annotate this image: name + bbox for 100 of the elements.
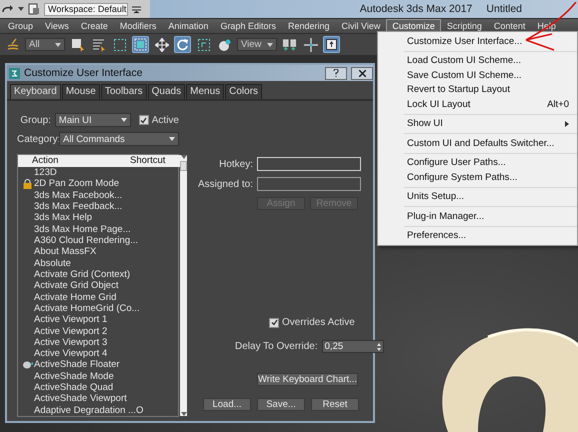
menu-item[interactable]: Rendering: [282, 19, 336, 33]
action-name[interactable]: ActiveShade Quad: [34, 382, 136, 394]
menu-entry[interactable]: Preferences...: [378, 228, 577, 243]
toolbar-dropdown[interactable]: All: [25, 38, 65, 51]
dialog-title: Customize User Interface: [24, 67, 142, 79]
pivot-icon: [282, 38, 297, 52]
rectangle-selection-icon: [112, 38, 126, 52]
menu-item[interactable]: Create: [74, 19, 114, 33]
toolbar-button[interactable]: [323, 36, 340, 53]
menu-entry[interactable]: Units Setup...: [378, 190, 577, 204]
scroll-thumb[interactable]: [180, 161, 187, 171]
close-button[interactable]: [351, 66, 373, 80]
tab[interactable]: Mouse: [62, 84, 100, 99]
toolbar-button[interactable]: [69, 36, 86, 53]
menu-item[interactable]: Group: [2, 19, 40, 33]
window-crossing-icon: [134, 38, 147, 51]
menu-item[interactable]: Modifiers: [114, 19, 162, 33]
column-header[interactable]: Shortcut: [130, 155, 180, 166]
group-label: Group:: [19, 114, 51, 126]
toolbar-dropdown[interactable]: View: [237, 38, 277, 51]
action-name[interactable]: 123D: [34, 167, 136, 178]
action-name[interactable]: ActiveShade Mode: [34, 370, 136, 382]
place-icon: [218, 38, 232, 52]
rotate-icon: [176, 38, 189, 51]
document-title: Untitled: [486, 3, 522, 15]
action-name[interactable]: About MassFX: [34, 246, 136, 258]
menu-entry[interactable]: Load Custom UI Scheme...: [378, 54, 577, 68]
tab[interactable]: Menus: [186, 84, 224, 99]
shortcut-key: O: [136, 404, 166, 416]
action-name[interactable]: Activate Home Grid: [34, 292, 136, 303]
tab[interactable]: Colors: [225, 84, 262, 99]
scrollbar[interactable]: [180, 155, 187, 416]
caret-icon: [18, 7, 24, 11]
tab[interactable]: Quads: [148, 84, 186, 99]
caret-icon: [267, 42, 273, 46]
checkbox[interactable]: [269, 318, 279, 328]
annotation-arrow-drawing: [524, 2, 578, 52]
action-name[interactable]: Active Viewport 2: [34, 326, 136, 336]
menu-entry[interactable]: Lock UI Layout Alt+0: [378, 97, 577, 112]
menu-item[interactable]: Civil View: [336, 19, 386, 33]
checkbox[interactable]: [138, 115, 149, 125]
toolbar-button[interactable]: [302, 36, 319, 53]
menu-entry[interactable]: Plug-in Manager...: [378, 209, 577, 224]
menu-entry[interactable]: Show UI: [378, 116, 577, 131]
menu-item[interactable]: Graph Editors: [214, 19, 282, 33]
app-title: Autodesk 3ds Max 2017: [360, 3, 472, 15]
toolbar-button[interactable]: [111, 36, 128, 53]
write-keyboard-chart-button[interactable]: Write Keyboard Chart...: [257, 373, 358, 386]
action-name[interactable]: 3ds Max Facebook...: [34, 190, 136, 201]
action-name[interactable]: Absolute: [34, 258, 136, 269]
action-name[interactable]: 3ds Max Help: [34, 212, 136, 224]
dialog-button[interactable]: Load...: [203, 398, 251, 411]
action-name[interactable]: Active Viewport 3: [34, 336, 136, 348]
action-name[interactable]: ActiveShade Floater: [34, 359, 136, 370]
action-name[interactable]: Adaptive Degradation ...: [34, 404, 136, 416]
redo-icon[interactable]: [2, 4, 14, 14]
action-name[interactable]: Active Viewport 1: [34, 314, 136, 326]
menu-entry[interactable]: Configure System Paths...: [378, 170, 577, 184]
dialog-button[interactable]: Save...: [257, 398, 305, 411]
delay-label: Delay To Override:: [235, 341, 318, 352]
toolbar-button[interactable]: [195, 36, 212, 53]
assigned-to-field[interactable]: [257, 177, 361, 191]
action-name[interactable]: Activate Grid (Context): [34, 268, 136, 280]
scroll-down-icon: [180, 412, 186, 416]
hotkey-field[interactable]: [257, 157, 361, 171]
column-header[interactable]: Action: [18, 155, 130, 166]
group-dropdown[interactable]: Main UI: [54, 113, 131, 127]
action-name[interactable]: A360 Cloud Rendering...: [34, 235, 136, 246]
close-icon: [358, 70, 366, 76]
dialog-button[interactable]: Reset: [311, 398, 359, 411]
caret-icon: [169, 137, 175, 141]
keyboard-override-icon: [326, 39, 337, 50]
tab[interactable]: Keyboard: [10, 84, 61, 99]
menu-entry[interactable]: Configure User Paths...: [378, 156, 577, 170]
category-dropdown[interactable]: All Commands: [59, 132, 179, 146]
menu-item[interactable]: Animation: [162, 19, 214, 33]
menu-item[interactable]: Scripting: [440, 19, 488, 33]
document-icon[interactable]: [28, 3, 40, 15]
action-name[interactable]: Activate Grid Object: [34, 280, 136, 292]
checkbox-label: Overrides Active: [282, 317, 355, 328]
toolbar-button[interactable]: [153, 36, 170, 53]
action-name[interactable]: Active Viewport 4: [34, 348, 136, 360]
action-name[interactable]: 3ds Max Feedback...: [34, 201, 136, 212]
menu-entry[interactable]: Customize User Interface...: [378, 34, 577, 48]
menu-icon[interactable]: [132, 4, 141, 14]
action-name[interactable]: 3ds Max Home Page...: [34, 224, 136, 235]
menu-entry[interactable]: Revert to Startup Layout: [378, 82, 577, 97]
menu-item[interactable]: Views: [39, 19, 75, 33]
workspace-dropdown[interactable]: Workspace: Default: [44, 2, 128, 16]
hotkey-label: Hotkey:: [218, 158, 253, 170]
menu-entry[interactable]: Save Custom UI Scheme...: [378, 68, 577, 82]
menu-item[interactable]: Content: [488, 19, 532, 33]
action-name[interactable]: ActiveShade Viewport: [34, 393, 136, 404]
tab[interactable]: Toolbars: [100, 84, 147, 99]
caret-icon: [55, 42, 61, 46]
action-name[interactable]: 2D Pan Zoom Mode: [34, 178, 136, 190]
help-button[interactable]: [325, 66, 347, 80]
menu-entry[interactable]: Custom UI and Defaults Switcher...: [378, 136, 577, 150]
delay-spinner[interactable]: 0,25: [322, 340, 384, 353]
checkbox-label: Active: [152, 114, 179, 126]
